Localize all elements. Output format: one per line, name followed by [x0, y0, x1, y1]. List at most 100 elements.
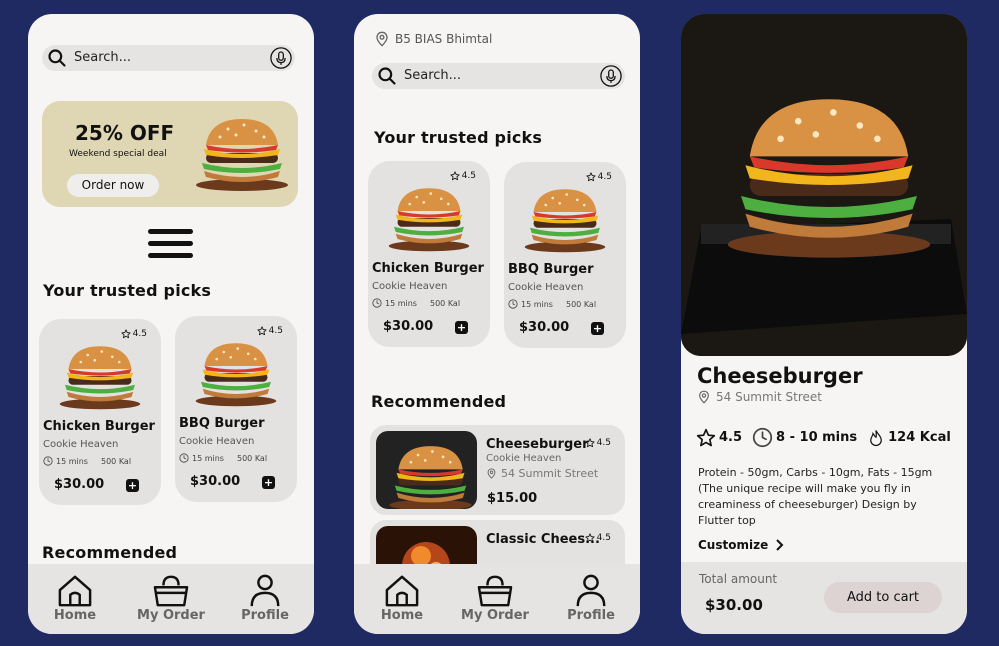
nav-label: My Order [461, 608, 529, 623]
shop-name: Cookie Heaven [179, 436, 255, 447]
item-address: 54 Summit Street [486, 467, 598, 480]
promo-title: 25% OFF [75, 121, 175, 145]
shop-name: Cookie Heaven [372, 281, 448, 292]
search-input[interactable]: Search... [404, 68, 461, 83]
search-input[interactable]: Search... [74, 50, 131, 65]
food-card-chicken-burger[interactable]: 4.5 Chicken Burger Cookie Heaven 15 mins… [368, 161, 490, 347]
home-screen-promo: Search... 25% OFF Weekend special deal O… [28, 14, 314, 634]
star-icon [450, 171, 460, 181]
prep-time: 15 mins [43, 456, 88, 466]
price: $30.00 [190, 474, 241, 489]
product-title: Cheeseburger [697, 364, 863, 388]
prep-time: 15 mins [508, 299, 553, 309]
shopping-bag-icon [476, 574, 514, 608]
shopping-bag-icon [152, 574, 190, 608]
nav-profile[interactable]: Profile [551, 574, 631, 623]
recommended-title: Recommended [42, 543, 178, 562]
product-description: Protein - 50gm, Carbs - 10gm, Fats - 15g… [698, 466, 933, 527]
calories: 500 Kal [430, 299, 461, 308]
user-icon [246, 574, 284, 608]
promo-banner[interactable]: 25% OFF Weekend special deal Order now [42, 101, 298, 207]
calories: 500 Kal [566, 300, 597, 309]
star-icon [586, 172, 596, 182]
product-address: 54 Summit Street [697, 389, 822, 405]
bbq-burger-image [518, 184, 612, 254]
food-card-chicken-burger[interactable]: 4.5 Chicken Burger Cookie Heaven 15 mins… [39, 319, 161, 505]
bbq-burger-image [189, 338, 283, 408]
rating: 4.5 [257, 326, 283, 336]
nav-profile[interactable]: Profile [225, 574, 305, 623]
microphone-icon[interactable] [270, 47, 292, 69]
clock-icon [508, 299, 518, 309]
location-bar[interactable]: B5 BIAS Bhimtal [374, 30, 492, 48]
user-icon [572, 574, 610, 608]
nav-home[interactable]: Home [35, 574, 115, 623]
calories-stat: 124 Kcal [867, 428, 951, 448]
nav-my-order[interactable]: My Order [131, 574, 211, 623]
nav-home[interactable]: Home [362, 574, 442, 623]
location-pin-icon [697, 389, 711, 405]
search-bar[interactable]: Search... [42, 45, 295, 71]
search-icon [377, 66, 397, 86]
add-button[interactable]: + [455, 321, 468, 334]
nav-my-order[interactable]: My Order [455, 574, 535, 623]
home-icon [383, 574, 421, 608]
price: $15.00 [487, 491, 538, 506]
clock-icon [752, 427, 773, 448]
total-label: Total amount [699, 572, 778, 586]
chicken-burger-image [382, 183, 476, 253]
rating: 4.5 [585, 438, 611, 448]
menu-icon[interactable] [148, 229, 193, 261]
rating: 4.5 [121, 329, 147, 339]
time-stat: 8 - 10 mins [752, 427, 857, 448]
price: $30.00 [383, 319, 434, 334]
add-button[interactable]: + [126, 479, 139, 492]
item-name: Classic Chees... [486, 532, 600, 547]
trusted-picks-title: Your trusted picks [374, 128, 543, 147]
search-icon [47, 48, 67, 68]
rating: 4.5 [450, 171, 476, 181]
food-name: Chicken Burger [43, 419, 155, 434]
price: $30.00 [519, 320, 570, 335]
star-icon [121, 329, 131, 339]
food-card-bbq-burger[interactable]: 4.5 BBQ Burger Cookie Heaven 15 mins 500… [175, 316, 297, 502]
cheeseburger-image [376, 431, 477, 509]
rating: 4.5 [586, 172, 612, 182]
cheeseburger-photo [681, 14, 967, 356]
search-bar[interactable]: Search... [372, 63, 625, 89]
calories: 500 Kal [237, 454, 268, 463]
product-detail-screen: Cheeseburger 54 Summit Street 4.5 8 - 10… [681, 14, 967, 634]
add-button[interactable]: + [262, 476, 275, 489]
nav-label: Home [380, 608, 424, 623]
clock-icon [43, 456, 53, 466]
home-icon [56, 574, 94, 608]
calories: 500 Kal [101, 457, 132, 466]
nav-label: Profile [567, 608, 615, 623]
nav-label: Home [53, 608, 97, 623]
location-pin-icon [374, 30, 390, 48]
add-button[interactable]: + [591, 322, 604, 335]
star-icon [696, 428, 716, 448]
trusted-picks-title: Your trusted picks [43, 281, 212, 300]
prep-time: 15 mins [372, 298, 417, 308]
rating: 4.5 [585, 533, 611, 543]
add-to-cart-button[interactable]: Add to cart [824, 582, 942, 613]
order-now-button[interactable]: Order now [67, 174, 159, 197]
shop-name: Cookie Heaven [43, 439, 119, 450]
home-screen-location: B5 BIAS Bhimtal Search... Your trusted p… [354, 14, 640, 634]
bottom-nav: Home My Order Profile [354, 564, 640, 634]
food-card-bbq-burger[interactable]: 4.5 BBQ Burger Cookie Heaven 15 mins 500… [504, 162, 626, 348]
total-price: $30.00 [705, 596, 763, 614]
product-hero-image [681, 14, 967, 356]
star-icon [585, 438, 595, 448]
food-name: BBQ Burger [179, 416, 265, 431]
clock-icon [179, 453, 189, 463]
shop-name: Cookie Heaven [486, 453, 562, 464]
customize-link[interactable]: Customize [698, 538, 784, 552]
chicken-burger-image [53, 341, 147, 411]
prep-time: 15 mins [179, 453, 224, 463]
bottom-nav: Home My Order Profile [28, 564, 314, 634]
microphone-icon[interactable] [600, 65, 622, 87]
recommended-item-cheeseburger[interactable]: Cheeseburger Cookie Heaven 54 Summit Str… [370, 425, 625, 515]
shop-name: Cookie Heaven [508, 282, 584, 293]
